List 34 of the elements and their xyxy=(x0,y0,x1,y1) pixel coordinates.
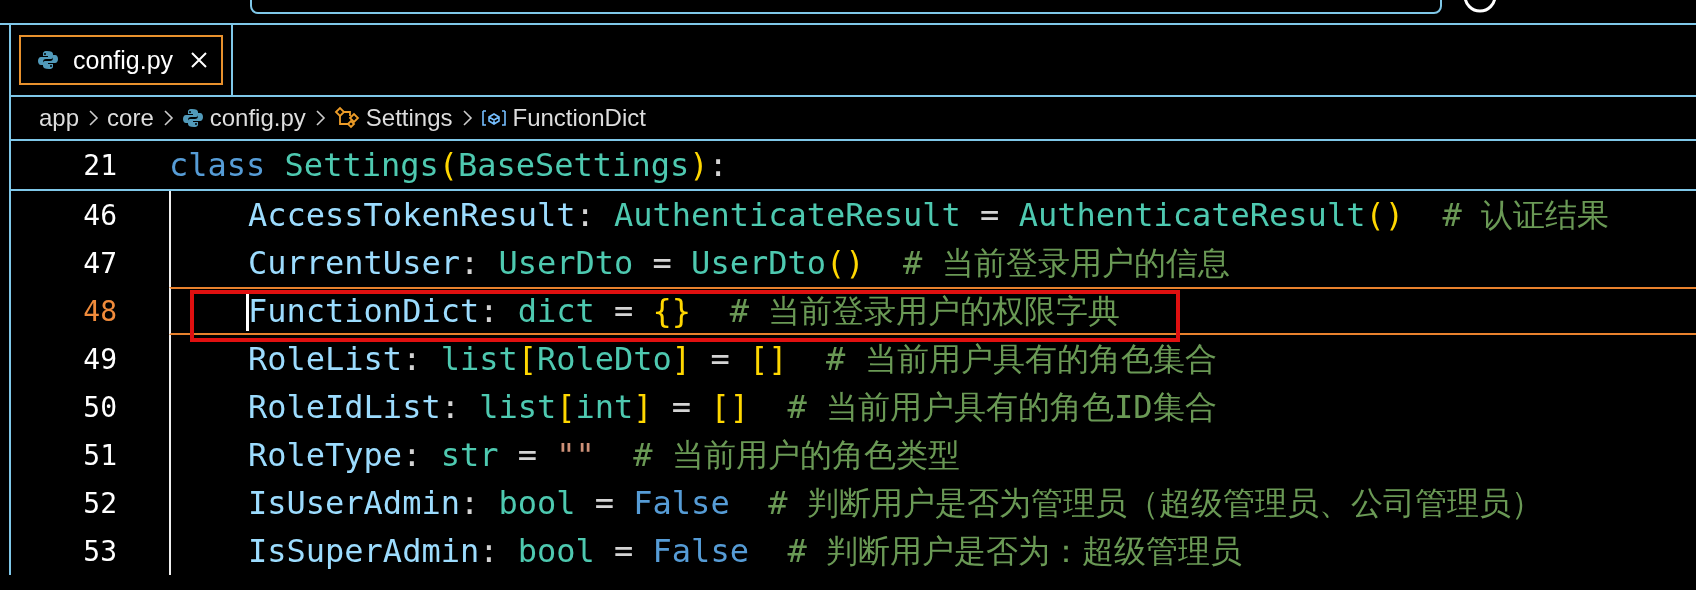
chevron-right-icon xyxy=(313,108,326,128)
chevron-right-icon xyxy=(87,108,100,128)
code-line: RoleType: str = "" # 当前用户的角色类型 xyxy=(248,435,960,475)
code-line: class Settings(BaseSettings): xyxy=(169,145,728,185)
line-number: 51 xyxy=(82,438,117,472)
line-number: 50 xyxy=(82,390,117,424)
code-line: AccessTokenResult: AuthenticateResult = AuthenticateResult() # 认证结果 xyxy=(248,195,1609,235)
class-icon xyxy=(333,106,360,130)
code-line: CurrentUser: UserDto = UserDto() # 当前登录用户的信息 xyxy=(248,243,1230,283)
chevron-right-icon xyxy=(161,108,174,128)
line-number: 47 xyxy=(82,246,117,280)
editor-tab[interactable]: config.py xyxy=(19,35,223,85)
line-number: 21 xyxy=(82,148,117,182)
code-line: IsUserAdmin: bool = False # 判断用户是否为管理员（超级管理员、公司管理员） xyxy=(248,483,1543,523)
python-icon xyxy=(181,107,204,129)
line-number: 48 xyxy=(82,294,117,328)
code-line: RoleList: list[RoleDto] = [] # 当前用户具有的角色集合 xyxy=(248,339,1217,379)
line-number: 53 xyxy=(82,534,117,568)
breadcrumb-item[interactable]: config.py xyxy=(209,104,306,132)
close-icon[interactable] xyxy=(189,50,209,70)
python-icon xyxy=(37,49,59,71)
breadcrumb-item[interactable]: core xyxy=(107,104,154,132)
line-number: 52 xyxy=(82,486,117,520)
code-line: IsSuperAdmin: bool = False # 判断用户是否为：超级管理员 xyxy=(248,531,1242,571)
text-cursor xyxy=(246,293,249,331)
line-number: 49 xyxy=(82,342,117,376)
breadcrumb-item[interactable]: app xyxy=(39,104,80,132)
line-number: 46 xyxy=(82,198,117,232)
breadcrumb-item[interactable]: Settings xyxy=(365,104,453,132)
code-line: RoleIdList: list[int] = [] # 当前用户具有的角色ID集合 xyxy=(248,387,1217,427)
code-line: FunctionDict: dict = {} # 当前登录用户的权限字典 xyxy=(248,291,1121,331)
breadcrumb-item[interactable]: FunctionDict xyxy=(512,104,646,132)
field-icon xyxy=(480,108,507,128)
chevron-right-icon xyxy=(460,108,473,128)
